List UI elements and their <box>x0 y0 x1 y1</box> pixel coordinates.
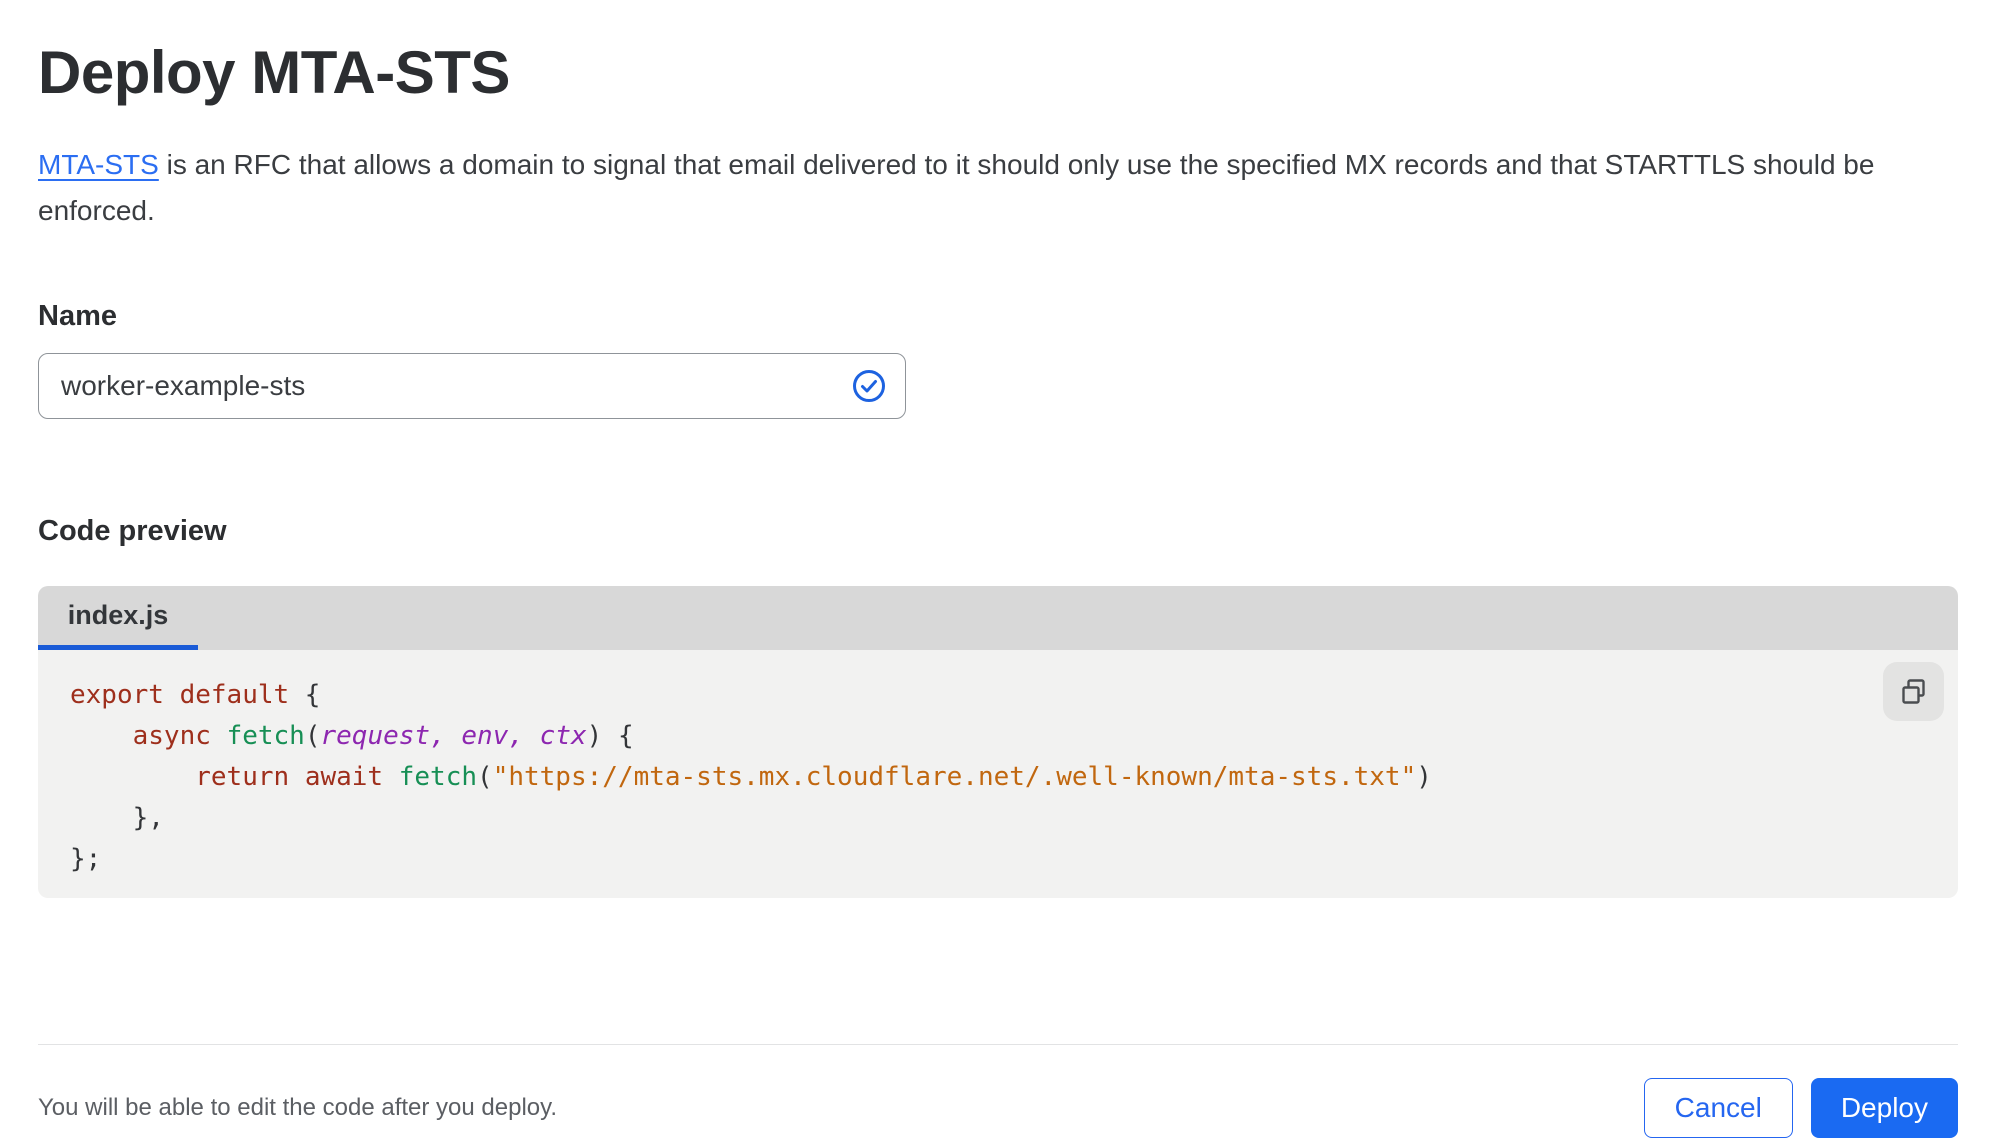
tab-label: index.js <box>67 600 169 630</box>
code-preview-card: index.js export default { async fetch(re… <box>38 586 1958 898</box>
code-content: export default { async fetch(request, en… <box>70 680 1432 874</box>
description-text: is an RFC that allows a domain to signal… <box>38 149 1875 226</box>
check-circle-icon <box>853 370 885 402</box>
copy-code-button[interactable] <box>1883 662 1944 721</box>
name-label: Name <box>38 300 117 332</box>
footer-bar: You will be able to edit the code after … <box>38 1044 1958 1138</box>
code-tab-bar: index.js <box>38 586 1958 650</box>
description: MTA-STS is an RFC that allows a domain t… <box>38 142 1948 234</box>
cancel-button[interactable]: Cancel <box>1643 1078 1793 1138</box>
mta-sts-link[interactable]: MTA-STS <box>38 149 159 180</box>
deploy-button[interactable]: Deploy <box>1810 1078 1958 1138</box>
name-input[interactable] <box>38 353 906 419</box>
code-preview-label: Code preview <box>38 515 227 547</box>
tab-index-js[interactable]: index.js <box>38 586 198 650</box>
footer-actions: Cancel Deploy <box>1643 1078 1958 1138</box>
copy-icon <box>1901 678 1925 704</box>
deploy-mta-sts-page: Deploy MTA-STS MTA-STS is an RFC that al… <box>0 0 1999 1138</box>
code-area: export default { async fetch(request, en… <box>38 650 1958 898</box>
footer-note: You will be able to edit the code after … <box>38 1094 558 1121</box>
name-input-wrap <box>38 353 906 419</box>
page-title: Deploy MTA-STS <box>38 39 510 106</box>
